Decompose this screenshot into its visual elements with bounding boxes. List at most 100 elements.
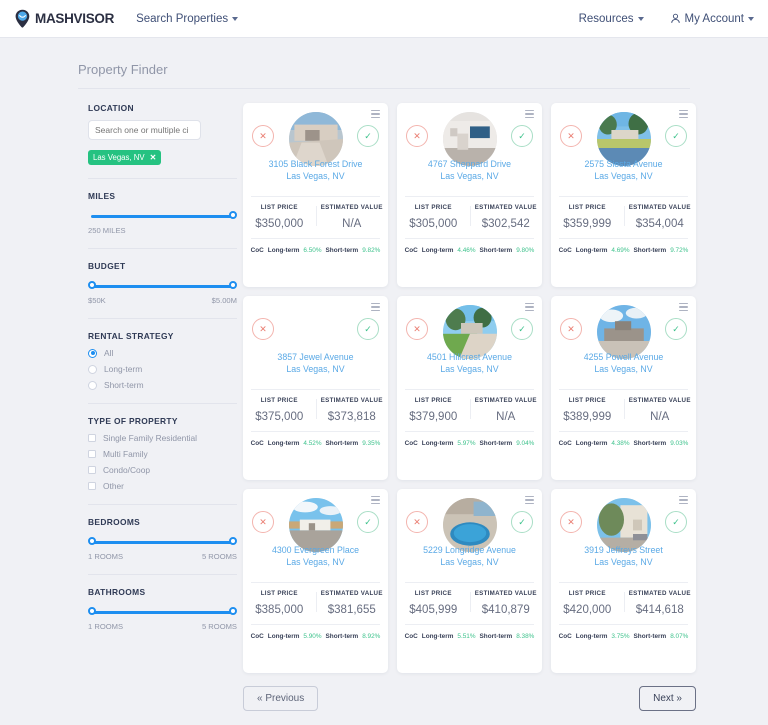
checkbox-condo-coop[interactable]: Condo/Coop <box>88 465 237 475</box>
budget-slider-handle-min[interactable] <box>88 281 96 289</box>
hamburger-menu-icon[interactable] <box>371 110 380 120</box>
hamburger-menu-icon[interactable] <box>371 496 380 506</box>
estimated-value-value: N/A <box>316 218 389 230</box>
budget-slider[interactable] <box>88 278 237 294</box>
property-card[interactable]: ✕✓4300 Evergreen PlaceLas Vegas, NVLIST … <box>243 489 388 673</box>
accept-property-button[interactable]: ✓ <box>511 318 533 340</box>
estimated-value-label: ESTIMATED VALUE <box>316 590 389 597</box>
cash-on-cash-row: CoCLong-term5.90%Short-term8.92% <box>243 625 388 640</box>
accept-property-button[interactable]: ✓ <box>665 318 687 340</box>
property-card[interactable]: ✕✓4767 Sheppard DriveLas Vegas, NVLIST P… <box>397 103 542 287</box>
cash-on-cash-row: CoCLong-term5.51%Short-term8.38% <box>397 625 542 640</box>
hamburger-menu-icon[interactable] <box>679 303 688 313</box>
accept-property-button[interactable]: ✓ <box>511 125 533 147</box>
property-thumbnail[interactable] <box>443 112 497 166</box>
property-address[interactable]: 3857 Jewel AvenueLas Vegas, NV <box>243 352 388 376</box>
reject-property-button[interactable]: ✕ <box>252 318 274 340</box>
property-address[interactable]: 4300 Evergreen PlaceLas Vegas, NV <box>243 545 388 569</box>
bedrooms-range-labels: 1 ROOMS 5 ROOMS <box>88 552 237 561</box>
reject-property-button[interactable]: ✕ <box>560 511 582 533</box>
reject-property-button[interactable]: ✕ <box>252 125 274 147</box>
bathrooms-range-labels: 1 ROOMS 5 ROOMS <box>88 622 237 631</box>
hamburger-menu-icon[interactable] <box>525 303 534 313</box>
nav-my-account[interactable]: My Account <box>670 13 754 25</box>
hamburger-menu-icon[interactable] <box>525 496 534 506</box>
coc-label: CoC <box>251 633 264 640</box>
coc-label: CoC <box>405 440 418 447</box>
next-button[interactable]: Next » <box>639 686 696 711</box>
property-thumbnail[interactable] <box>289 112 343 166</box>
checkbox-multi-family[interactable]: Multi Family <box>88 449 237 459</box>
property-card[interactable]: ✕✓4255 Powell AvenueLas Vegas, NVLIST PR… <box>551 296 696 480</box>
previous-button[interactable]: « Previous <box>243 686 318 711</box>
checkbox-other[interactable]: Other <box>88 481 237 491</box>
long-term-label: Long-term <box>576 247 608 254</box>
short-term-label: Short-term <box>326 247 359 254</box>
close-icon[interactable]: ✕ <box>150 153 157 162</box>
accept-property-button[interactable]: ✓ <box>665 511 687 533</box>
property-thumbnail[interactable] <box>597 112 651 166</box>
property-thumbnail[interactable] <box>597 305 651 359</box>
property-address[interactable]: 3105 Black Forest DriveLas Vegas, NV <box>243 159 388 183</box>
accept-property-button[interactable]: ✓ <box>357 125 379 147</box>
property-card[interactable]: ✕✓4501 Hillcrest AvenueLas Vegas, NVLIST… <box>397 296 542 480</box>
reject-property-button[interactable]: ✕ <box>406 511 428 533</box>
list-price-value: $385,000 <box>243 604 316 616</box>
property-card[interactable]: ✕✓3105 Black Forest DriveLas Vegas, NVLI… <box>243 103 388 287</box>
bathrooms-slider-handle-min[interactable] <box>88 607 96 615</box>
reject-property-button[interactable]: ✕ <box>406 318 428 340</box>
bedrooms-min-label: 1 ROOMS <box>88 552 123 561</box>
bathrooms-slider-handle-max[interactable] <box>229 607 237 615</box>
miles-slider-handle[interactable] <box>229 211 237 219</box>
nav-resources[interactable]: Resources <box>579 13 644 25</box>
brand-name: MASHVISOR <box>35 11 114 26</box>
bedrooms-slider-handle-min[interactable] <box>88 537 96 545</box>
property-thumbnail[interactable] <box>443 305 497 359</box>
divider <box>88 248 237 249</box>
reject-property-button[interactable]: ✕ <box>252 511 274 533</box>
bedrooms-slider-handle-max[interactable] <box>229 537 237 545</box>
property-card[interactable]: ✕ ✓ 2575 Siesta AvenueLas Vegas, NV LIST PR… <box>551 103 696 287</box>
property-thumbnail[interactable] <box>443 498 497 552</box>
bathrooms-slider[interactable] <box>88 604 237 620</box>
checkbox-single-family-residential[interactable]: Single Family Residential <box>88 433 237 443</box>
accept-property-button[interactable]: ✓ <box>357 511 379 533</box>
radio-rental-short-term[interactable]: Short-term <box>88 380 237 390</box>
property-card[interactable]: ✕ ✓ 5229 Longridge AvenueLas Vegas, NV LIST… <box>397 489 542 673</box>
hamburger-menu-icon[interactable] <box>371 303 380 313</box>
location-chip[interactable]: Las Vegas, NV ✕ <box>88 150 161 165</box>
hamburger-menu-icon[interactable] <box>679 110 688 120</box>
property-prices: LIST PRICE$359,999ESTIMATED VALUE$354,00… <box>551 197 696 230</box>
short-term-value: 9.35% <box>362 440 380 447</box>
hamburger-menu-icon[interactable] <box>679 496 688 506</box>
filter-type-of-property-label: TYPE OF PROPERTY <box>88 416 237 426</box>
reject-property-button[interactable]: ✕ <box>560 125 582 147</box>
radio-rental-long-term[interactable]: Long-term <box>88 364 237 374</box>
property-address[interactable]: 4767 Sheppard DriveLas Vegas, NV <box>397 159 542 183</box>
property-prices: LIST PRICE$405,999ESTIMATED VALUE$410,87… <box>397 583 542 616</box>
accept-property-button[interactable]: ✓ <box>511 511 533 533</box>
location-search-input[interactable] <box>88 120 201 140</box>
property-thumbnail[interactable] <box>289 498 343 552</box>
accept-property-button[interactable]: ✓ <box>357 318 379 340</box>
property-card[interactable]: ✕✓3919 Jeffreys StreetLas Vegas, NVLIST … <box>551 489 696 673</box>
property-card[interactable]: ✕✓3857 Jewel AvenueLas Vegas, NVLIST PRI… <box>243 296 388 480</box>
hamburger-menu-icon[interactable] <box>525 110 534 120</box>
property-address[interactable]: 4501 Hillcrest AvenueLas Vegas, NV <box>397 352 542 376</box>
property-thumbnail[interactable] <box>597 498 651 552</box>
property-address[interactable]: 4255 Powell AvenueLas Vegas, NV <box>551 352 696 376</box>
property-address[interactable]: 5229 Longridge AvenueLas Vegas, NV <box>397 545 542 569</box>
reject-property-button[interactable]: ✕ <box>560 318 582 340</box>
budget-slider-handle-max[interactable] <box>229 281 237 289</box>
reject-property-button[interactable]: ✕ <box>406 125 428 147</box>
short-term-label: Short-term <box>634 440 667 447</box>
brand-logo[interactable]: MASHVISOR <box>14 9 114 28</box>
cash-on-cash-row: CoCLong-term6.50%Short-term9.82% <box>243 239 388 254</box>
property-address[interactable]: 2575 Siesta AvenueLas Vegas, NV <box>551 159 696 183</box>
nav-search-properties[interactable]: Search Properties <box>136 13 238 25</box>
accept-property-button[interactable]: ✓ <box>665 125 687 147</box>
radio-rental-all[interactable]: All <box>88 348 237 358</box>
property-address[interactable]: 3919 Jeffreys StreetLas Vegas, NV <box>551 545 696 569</box>
bedrooms-slider[interactable] <box>88 534 237 550</box>
miles-slider[interactable] <box>88 208 237 224</box>
